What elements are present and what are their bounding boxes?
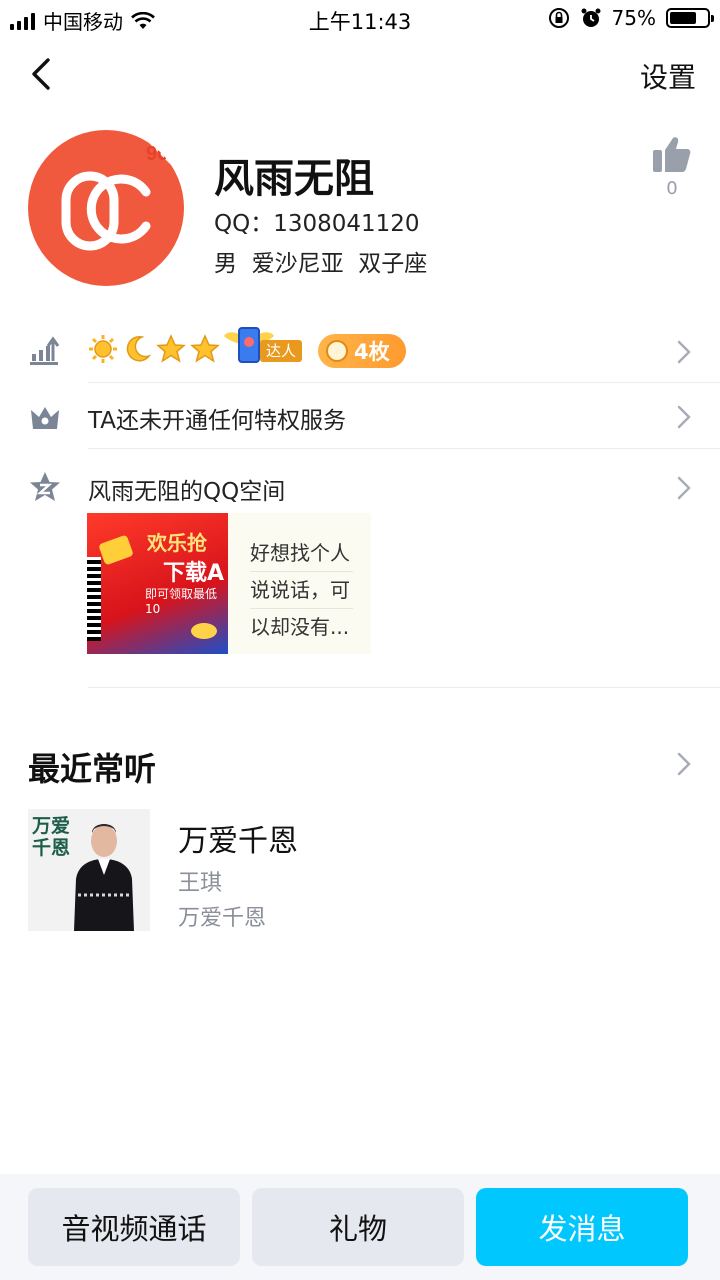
banner-small: 即可领取最低10: [145, 587, 218, 616]
qzone-post-line: 说说话，可: [250, 572, 353, 609]
battery-percent: 75%: [611, 6, 656, 30]
divider: [88, 687, 720, 688]
chevron-right-icon: [677, 405, 691, 429]
profile-name: 风雨无阻: [214, 156, 374, 202]
video-call-button[interactable]: 音视频通话: [28, 1188, 240, 1266]
crown-icon: [31, 407, 59, 429]
artist-photo: [74, 824, 134, 931]
qzone-post-line: 以却没有...: [250, 615, 350, 639]
star-icon: [156, 334, 186, 363]
qr-code-icon: [87, 557, 101, 641]
back-icon[interactable]: [24, 54, 64, 94]
talent-label: 达人: [260, 340, 303, 362]
sun-icon: [89, 335, 117, 363]
song-album: 万爱千恩: [178, 906, 267, 931]
qzone-photo[interactable]: 欢乐抢 下载A 即可领取最低10: [87, 513, 228, 654]
avatar[interactable]: 90: [28, 130, 184, 286]
privilege-label: TA还未开通任何特权服务: [88, 408, 346, 434]
medal-badge: 4枚: [318, 334, 406, 368]
avatar-logo-icon: 90: [61, 130, 184, 251]
medal-icon: [326, 340, 348, 362]
banner-title: 欢乐抢: [147, 531, 207, 555]
avatar-badge: 90: [146, 143, 168, 165]
recent-title: 最近常听: [28, 750, 157, 788]
gold-ingot-icon: [191, 623, 217, 639]
level-badges: [88, 334, 220, 364]
chevron-right-icon: [677, 340, 691, 364]
alarm-icon: [581, 8, 601, 27]
like-count: 0: [666, 178, 678, 199]
medal-count: 4枚: [354, 340, 390, 364]
qzone-star-icon: [30, 472, 60, 501]
profile-qq: QQ：1308041120: [214, 211, 420, 237]
song-title[interactable]: 万爱千恩: [178, 816, 298, 860]
send-message-button[interactable]: 发消息: [476, 1188, 688, 1266]
qzone-post-line: 好想找个人: [250, 535, 353, 572]
gift-button[interactable]: 礼物: [252, 1188, 464, 1266]
qzone-post[interactable]: 好想找个人 说说话，可 以却没有...: [228, 513, 371, 654]
settings-button[interactable]: 设置: [640, 56, 696, 96]
battery-icon: [666, 8, 714, 28]
qzone-label: 风雨无阻的QQ空间: [88, 479, 286, 505]
talent-badge: 达人: [224, 326, 306, 366]
status-bar: 中国移动 上午11:43 75%: [0, 0, 720, 40]
song-artist: 王琪: [178, 871, 223, 896]
profile-info: 男 爱沙尼亚 双子座: [214, 251, 428, 277]
thumbs-up-icon: [653, 137, 691, 172]
chevron-right-icon[interactable]: [676, 751, 692, 777]
status-right: 75%: [548, 6, 714, 30]
like-button[interactable]: 0: [652, 136, 692, 199]
moon-icon: [126, 335, 152, 362]
star-icon: [190, 334, 220, 363]
level-up-icon: [30, 336, 60, 365]
song-cover[interactable]: 万爱千恩: [28, 809, 150, 931]
rotation-lock-icon: [548, 8, 569, 28]
chevron-right-icon: [677, 476, 691, 500]
banner-sub: 下载A: [163, 561, 225, 586]
